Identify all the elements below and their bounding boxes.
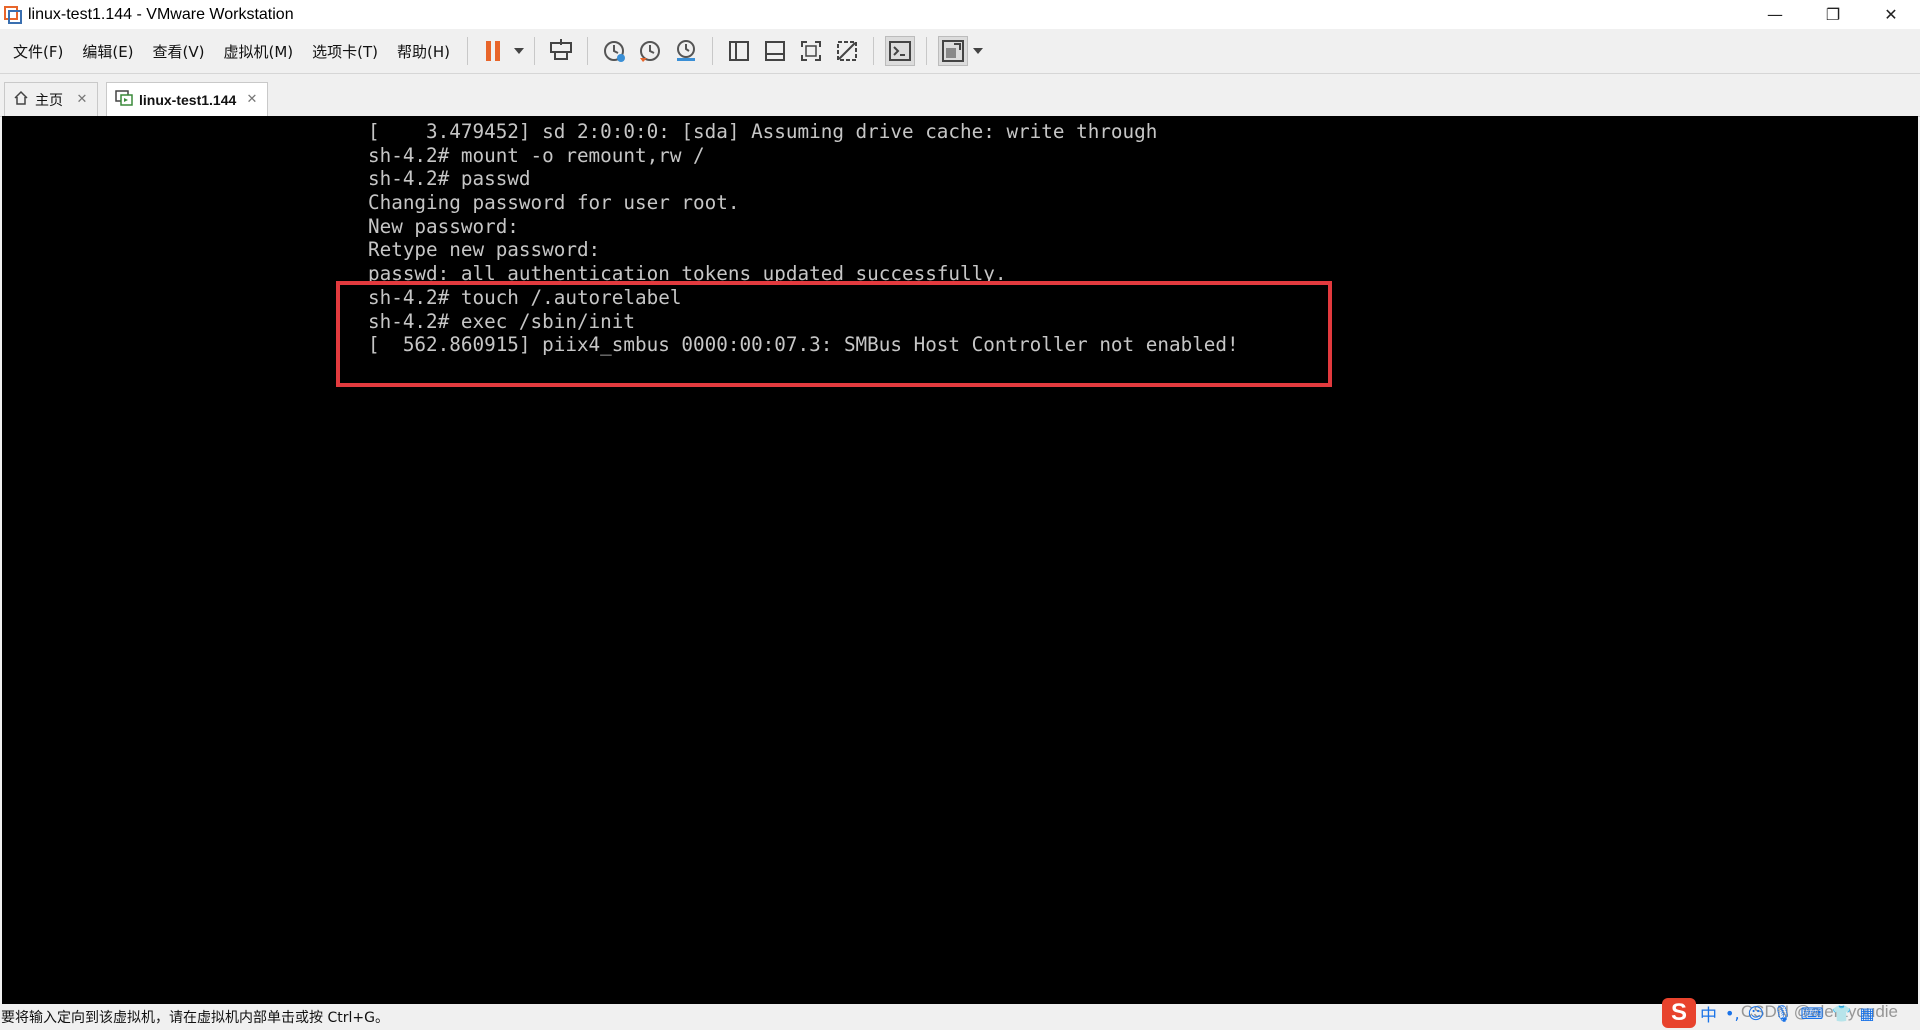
vm-console[interactable]: [ 3.479452] sd 2:0:0:0: [sda] Assuming d… bbox=[2, 116, 1918, 1004]
vmware-window: linux-test1.144 - VMware Workstation — ❐… bbox=[0, 0, 1920, 1030]
revert-snapshot-icon[interactable] bbox=[635, 36, 665, 66]
window-title: linux-test1.144 - VMware Workstation bbox=[28, 5, 294, 23]
tab-vm-label: linux-test1.144 bbox=[139, 91, 237, 108]
vmware-logo-icon bbox=[4, 5, 22, 24]
menu-vm[interactable]: 虚拟机(M) bbox=[214, 41, 303, 62]
close-button[interactable]: ✕ bbox=[1862, 0, 1920, 29]
tab-vm-close-icon[interactable]: ✕ bbox=[243, 92, 261, 107]
punctuation-icon[interactable]: •, bbox=[1725, 1004, 1740, 1023]
keyboard-icon[interactable]: ⌨ bbox=[1801, 1004, 1824, 1023]
title-bar: linux-test1.144 - VMware Workstation — ❐… bbox=[0, 0, 1920, 29]
menu-view[interactable]: 查看(V) bbox=[143, 41, 214, 62]
terminal-line: sh-4.2# mount -o remount,rw / bbox=[368, 143, 705, 167]
window-controls: — ❐ ✕ bbox=[1746, 0, 1920, 29]
terminal-line: [ 3.479452] sd 2:0:0:0: [sda] Assuming d… bbox=[368, 120, 1158, 143]
home-icon bbox=[13, 90, 29, 110]
tab-home[interactable]: 主页 ✕ bbox=[4, 82, 98, 116]
emoji-icon[interactable]: ☺ bbox=[1748, 1004, 1765, 1023]
toolbar-separator bbox=[467, 37, 469, 65]
ime-mode[interactable]: 中 bbox=[1700, 1001, 1717, 1026]
full-screen-icon[interactable] bbox=[796, 36, 826, 66]
tab-vm[interactable]: linux-test1.144 ✕ bbox=[106, 82, 268, 116]
menu-bar: 文件(F) 编辑(E) 查看(V) 虚拟机(M) 选项卡(T) 帮助(H) bbox=[0, 29, 1920, 74]
snapshot-icon[interactable] bbox=[599, 36, 629, 66]
microphone-icon[interactable]: 🎙 bbox=[1772, 1004, 1792, 1023]
toolbar-separator bbox=[587, 37, 589, 65]
status-text: 要将输入定向到该虚拟机，请在虚拟机内部单击或按 Ctrl+G。 bbox=[1, 1010, 389, 1026]
send-ctrl-alt-del-icon[interactable] bbox=[546, 36, 576, 66]
tab-row: 主页 ✕ linux-test1.144 ✕ bbox=[0, 74, 1920, 117]
ime-tray: S 中 •, ☺ 🎙 ⌨ 👕 ▦ bbox=[1662, 996, 1920, 1030]
tab-home-label: 主页 bbox=[35, 91, 63, 108]
toolbar-separator bbox=[873, 37, 875, 65]
stretch-dropdown-icon[interactable] bbox=[971, 36, 985, 66]
skin-icon[interactable]: 👕 bbox=[1832, 1004, 1852, 1023]
show-library-icon[interactable] bbox=[724, 36, 754, 66]
show-thumbnail-icon[interactable] bbox=[760, 36, 790, 66]
minimize-button[interactable]: — bbox=[1746, 0, 1804, 29]
grid-icon[interactable]: ▦ bbox=[1860, 1004, 1875, 1023]
snapshot-manager-icon[interactable] bbox=[671, 36, 701, 66]
menu-tabs[interactable]: 选项卡(T) bbox=[302, 41, 387, 62]
pause-icon[interactable] bbox=[479, 36, 509, 66]
restore-button[interactable]: ❐ bbox=[1804, 0, 1862, 29]
menu-file[interactable]: 文件(F) bbox=[0, 41, 72, 62]
status-bar: 要将输入定向到该虚拟机，请在虚拟机内部单击或按 Ctrl+G。 bbox=[0, 1004, 1920, 1030]
terminal-line: Changing password for user root. bbox=[368, 191, 740, 215]
highlight-annotation-box bbox=[336, 281, 1332, 387]
dropdown-arrow-icon[interactable] bbox=[512, 36, 526, 66]
menu-edit[interactable]: 编辑(E) bbox=[72, 41, 142, 62]
terminal-line: sh-4.2# passwd bbox=[368, 167, 531, 191]
toolbar-separator bbox=[926, 37, 928, 65]
unity-icon[interactable] bbox=[832, 36, 862, 66]
toolbar-separator bbox=[712, 37, 714, 65]
tab-home-close-icon[interactable]: ✕ bbox=[73, 92, 91, 107]
menu-help[interactable]: 帮助(H) bbox=[387, 41, 459, 62]
vm-icon bbox=[115, 89, 133, 110]
terminal-line: Retype new password: bbox=[368, 238, 601, 262]
toolbar-separator bbox=[534, 37, 536, 65]
stretch-view-icon[interactable] bbox=[938, 36, 969, 66]
sogou-ime-icon[interactable]: S bbox=[1662, 998, 1696, 1028]
terminal-line: New password: bbox=[368, 214, 519, 238]
console-view-icon[interactable] bbox=[885, 36, 916, 66]
